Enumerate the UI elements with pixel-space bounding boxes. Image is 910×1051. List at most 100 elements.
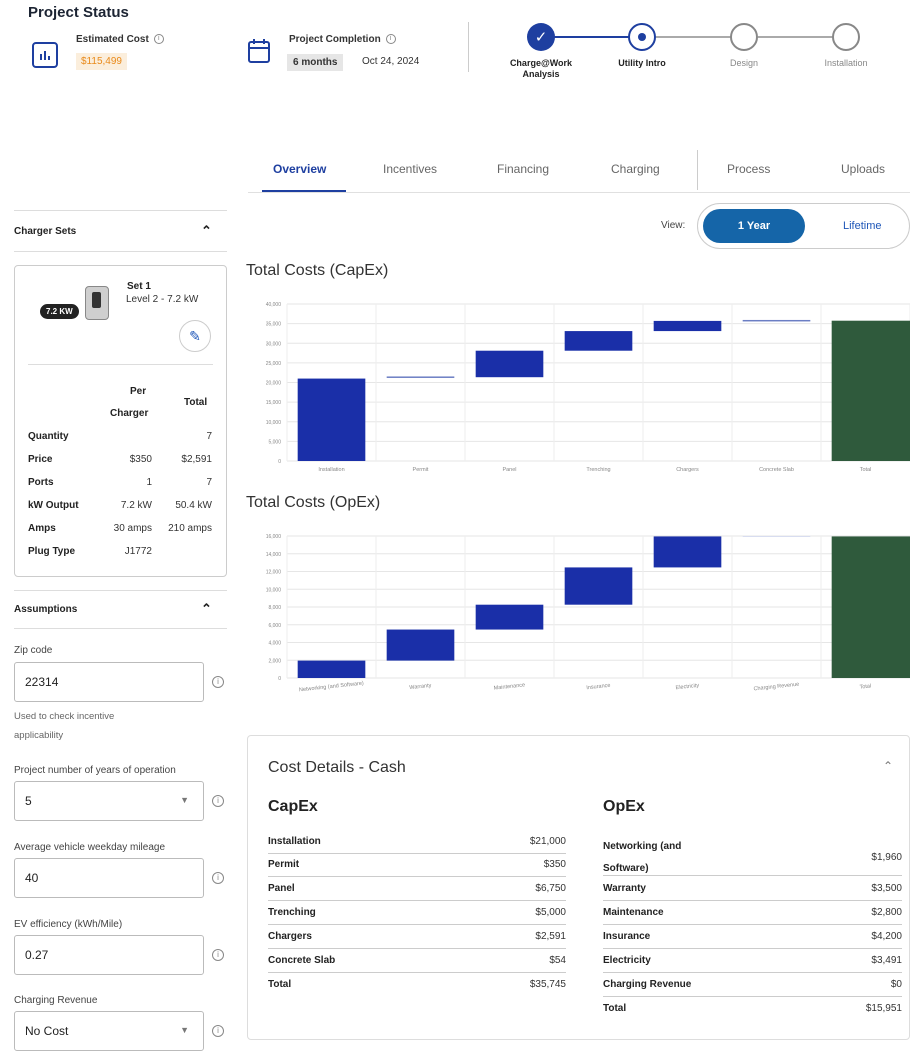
step-label: Utility Intro (618, 58, 666, 68)
spec-total: 7 (206, 431, 212, 442)
spec-label: Ports (28, 477, 54, 488)
y-tick-label: 4,000 (268, 641, 281, 647)
spec-total: 50.4 kW (175, 500, 212, 511)
tab-uploads[interactable]: Uploads (841, 162, 885, 176)
bar-chart-icon (32, 42, 58, 68)
step-todo-circle-icon[interactable] (730, 23, 758, 51)
kw-badge: 7.2 KW (40, 304, 79, 319)
y-tick-label: 20,000 (266, 381, 282, 387)
x-tick-label: Permit (413, 467, 429, 473)
chevron-up-icon[interactable]: ⌃ (201, 223, 212, 239)
step-label: Installation (824, 58, 868, 68)
capex-row-label: Permit (268, 859, 300, 870)
bar-trenching (564, 331, 633, 351)
step-done-checkmark-icon[interactable]: ✓ (527, 23, 555, 51)
estimated-cost-value: $115,499 (76, 53, 127, 70)
row-divider (603, 948, 902, 949)
cost-details-title: Cost Details - Cash (268, 759, 406, 776)
col-charger: Charger (110, 408, 149, 419)
opex-row-value: $3,500 (871, 883, 902, 894)
info-icon[interactable]: i (212, 795, 224, 807)
capex-row-label: Chargers (268, 931, 312, 942)
x-tick-label: Charging Revenue (753, 682, 799, 693)
tab-overview[interactable]: Overview (273, 162, 326, 176)
x-tick-label: Total (860, 467, 872, 473)
efficiency-input[interactable]: 0.27 (14, 935, 204, 975)
row-divider (603, 996, 902, 997)
calendar-icon (247, 38, 271, 69)
view-lifetime-button[interactable]: Lifetime (843, 220, 882, 232)
set-description: Level 2 - 7.2 kW (126, 294, 199, 305)
assumptions-title: Assumptions (14, 604, 78, 615)
chevron-down-icon: ▼ (180, 1025, 189, 1035)
divider (14, 628, 227, 629)
view-1-year-button[interactable]: 1 Year (703, 209, 805, 243)
bar-maintenance (475, 604, 544, 630)
step-connector (758, 36, 834, 38)
chevron-down-icon: ▼ (180, 795, 189, 805)
step-label: Charge@Work Analysis (509, 58, 573, 79)
mileage-input[interactable]: 40 (14, 858, 204, 898)
page-title: Project Status (28, 4, 129, 21)
tab-incentives[interactable]: Incentives (383, 162, 437, 176)
x-tick-label: Total (859, 683, 871, 690)
charger-image (85, 286, 109, 320)
step-active-dot-icon[interactable] (628, 23, 656, 51)
completion-date: Oct 24, 2024 (362, 56, 420, 67)
row-divider (603, 900, 902, 901)
row-divider (268, 924, 566, 925)
charger-sets-title: Charger Sets (14, 226, 77, 237)
completion-label: Project Completion i (289, 34, 396, 45)
step-todo-circle-icon[interactable] (832, 23, 860, 51)
zip-input[interactable]: 22314 (14, 662, 204, 702)
y-tick-label: 16,000 (266, 534, 282, 540)
step-label: Design (729, 58, 758, 68)
tabs-rule (248, 192, 910, 193)
x-tick-label: Chargers (676, 467, 699, 473)
revenue-select[interactable]: No Cost ▼ (14, 1011, 204, 1051)
x-tick-label: Concrete Slab (759, 467, 794, 473)
y-tick-label: 40,000 (266, 302, 282, 308)
mileage-label: Average vehicle weekday mileage (14, 842, 166, 853)
x-tick-label: Installation (318, 467, 344, 473)
bar-concrete-slab (742, 319, 811, 322)
bar-installation (297, 378, 366, 461)
tab-charging[interactable]: Charging (611, 162, 660, 176)
edit-pencil-icon[interactable]: ✎ (179, 320, 211, 352)
chevron-up-icon[interactable]: ⌃ (201, 601, 212, 617)
estimated-cost-label: Estimated Cost i (76, 34, 164, 45)
tab-financing[interactable]: Financing (497, 162, 549, 176)
bar-total (831, 320, 910, 461)
info-icon[interactable]: i (212, 676, 224, 688)
spec-total: 210 amps (168, 523, 212, 534)
capex-row-label: Total (268, 979, 292, 990)
y-tick-label: 14,000 (266, 552, 282, 558)
y-tick-label: 10,000 (266, 587, 282, 593)
years-label: Project number of years of operation (14, 765, 176, 776)
bar-electricity (653, 536, 722, 568)
divider (14, 590, 227, 591)
bar-permit (386, 376, 455, 378)
x-tick-label: Warranty (409, 683, 432, 691)
chevron-up-icon[interactable]: ⌃ (883, 759, 893, 773)
y-tick-label: 12,000 (266, 570, 282, 576)
capex-row-value: $2,591 (535, 931, 566, 942)
tab-divider (697, 150, 698, 190)
spec-label: Quantity (28, 431, 69, 442)
years-select[interactable]: 5 ▼ (14, 781, 204, 821)
view-label: View: (661, 220, 686, 231)
info-icon[interactable]: i (212, 1025, 224, 1037)
x-tick-label: Maintenance (493, 682, 525, 691)
info-icon[interactable]: i (212, 949, 224, 961)
tab-process[interactable]: Process (727, 162, 770, 176)
opex-row-label: Insurance (603, 931, 651, 942)
y-tick-label: 5,000 (268, 439, 281, 445)
row-divider (268, 900, 566, 901)
spec-per: 30 amps (113, 523, 152, 534)
info-icon[interactable]: i (212, 872, 224, 884)
info-icon[interactable]: i (153, 34, 164, 45)
y-tick-label: 6,000 (268, 623, 281, 629)
header-divider (468, 22, 469, 72)
capex-row-label: Panel (268, 883, 295, 894)
info-icon[interactable]: i (385, 34, 396, 45)
